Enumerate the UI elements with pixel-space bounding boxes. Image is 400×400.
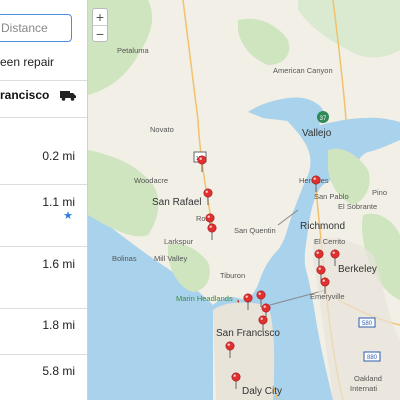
map-pin-icon[interactable] [314,249,324,266]
result-distance[interactable]: 1.1 mi [42,195,75,209]
location-row[interactable]: rancisco [0,84,87,110]
map-pin-icon[interactable] [203,188,213,205]
divider [0,246,87,247]
result-distance[interactable]: 0.2 mi [42,149,75,163]
results-sidebar: Distance een repair rancisco 0.2 mi 1.1 … [0,0,88,400]
map-pins [197,155,340,389]
map-pin-icon[interactable] [320,277,330,294]
truck-icon [60,91,76,101]
map-pin-icon[interactable] [197,155,207,172]
map-pin-icon[interactable] [225,341,235,358]
result-distance[interactable]: 1.8 mi [42,318,75,332]
location-label: rancisco [0,88,50,102]
result-distance[interactable]: 5.8 mi [42,364,75,378]
map-pin-icon[interactable] [311,175,321,192]
map-pin-icon[interactable] [231,372,241,389]
divider [0,117,87,118]
map-pin-icon[interactable] [258,315,268,332]
favorite-star-icon[interactable]: ★ [63,209,73,222]
divider [0,80,87,81]
map-view[interactable]: + − Petaluma American Canyon Novato Vall… [88,0,400,400]
map-pin-icon[interactable] [243,293,253,310]
result-distance[interactable]: 1.6 mi [42,257,75,271]
filter-label: een repair [0,55,55,69]
divider [0,354,87,355]
search-input[interactable]: Distance [0,14,72,42]
divider [0,308,87,309]
divider [0,184,87,185]
map-pin-icon[interactable] [330,249,340,266]
map-pin-icon[interactable] [207,223,217,240]
